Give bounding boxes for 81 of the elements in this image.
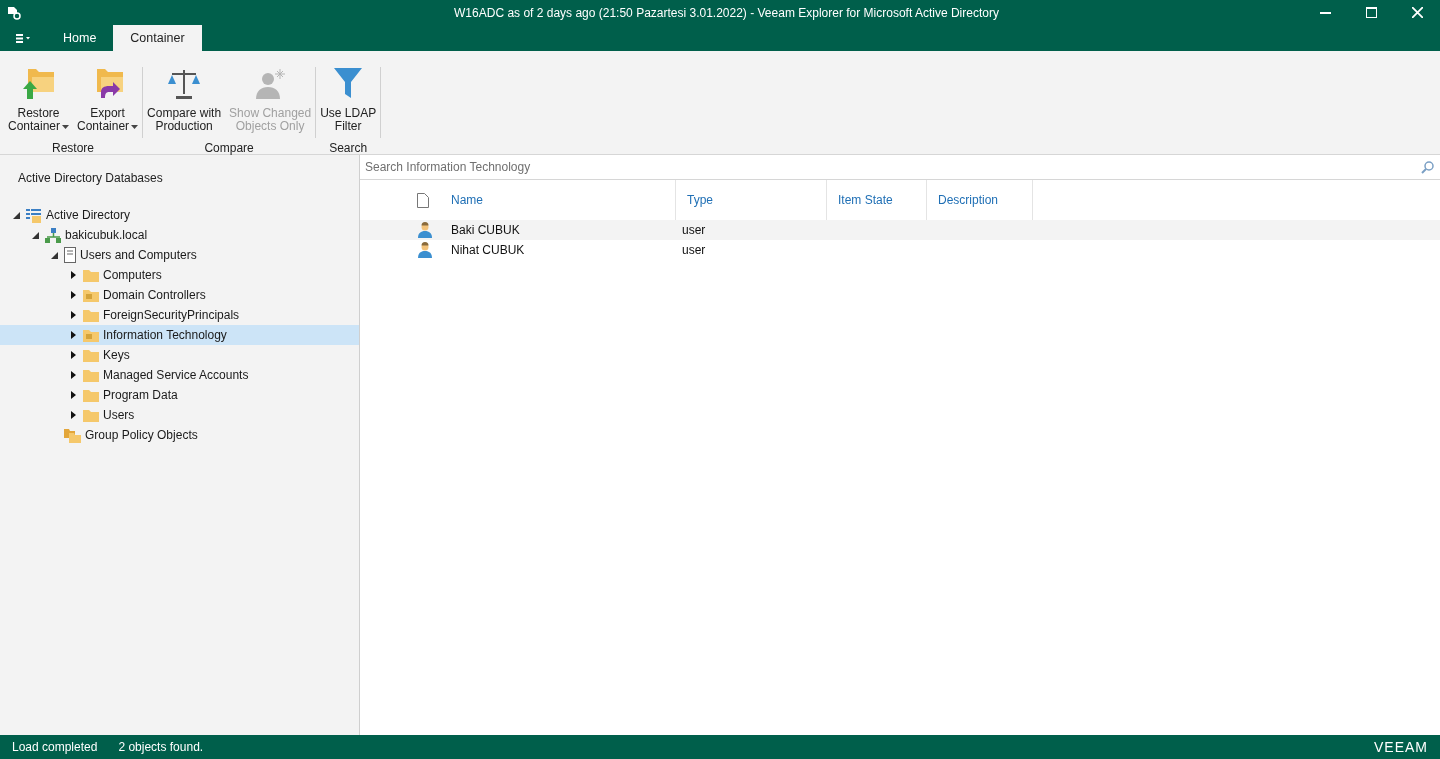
- folder-icon: [83, 348, 99, 362]
- table-cell-text: user: [681, 242, 707, 259]
- tree-label: Keys: [103, 347, 130, 364]
- ribbon-button[interactable]: Export Container: [73, 67, 143, 133]
- collapsed-arrow-icon[interactable]: [70, 371, 76, 379]
- ribbon-tab[interactable]: Container: [113, 25, 202, 51]
- app-icon: [7, 5, 21, 20]
- ribbon-group-label: Search: [329, 140, 368, 157]
- folder-up-arrow-icon: [21, 67, 56, 99]
- ribbon-group-label: Restore: [52, 140, 95, 157]
- tree-item[interactable]: Group Policy Objects: [0, 425, 359, 445]
- tree-item[interactable]: Keys: [0, 345, 359, 365]
- tree-label: Users: [103, 407, 135, 424]
- brand-logo: VEEAM: [1374, 737, 1428, 757]
- table-cell-text: user: [681, 222, 707, 239]
- table-row[interactable]: Nihat CUBUK user: [360, 240, 1440, 260]
- expanded-arrow-icon[interactable]: [31, 231, 39, 239]
- ribbon-group-label: Compare: [204, 140, 254, 157]
- folder-with-card-icon: [83, 288, 99, 302]
- folder-icon: [83, 368, 99, 382]
- tree-item[interactable]: Program Data: [0, 385, 359, 405]
- ribbon-button[interactable]: Use LDAP Filter: [316, 67, 381, 133]
- collapsed-arrow-icon[interactable]: [70, 331, 76, 339]
- expanded-arrow-icon[interactable]: [50, 251, 58, 259]
- tree-label: Users and Computers: [80, 247, 197, 264]
- person-sparkle-icon: [253, 67, 288, 99]
- collapsed-arrow-icon[interactable]: [70, 391, 76, 399]
- ribbon-button[interactable]: Compare with Production: [143, 67, 226, 133]
- tree-label: Information Technology: [103, 327, 227, 344]
- collapsed-arrow-icon[interactable]: [70, 311, 76, 319]
- search-icon: [1421, 160, 1434, 174]
- filter-icon: [333, 67, 364, 99]
- ribbon-tab[interactable]: Home: [46, 25, 114, 51]
- tree-item[interactable]: Managed Service Accounts: [0, 365, 359, 385]
- collapsed-arrow-icon[interactable]: [70, 271, 76, 279]
- minimize-icon: [1319, 11, 1331, 14]
- tree-label: Active Directory: [46, 207, 131, 224]
- tree-label: Computers: [103, 267, 162, 284]
- table-row[interactable]: Baki CUBUK user: [360, 220, 1440, 240]
- folder-icon: [83, 308, 99, 322]
- tree-label: bakicubuk.local: [65, 227, 148, 244]
- collapsed-arrow-icon[interactable]: [70, 291, 76, 299]
- maximize-icon: [1365, 7, 1377, 18]
- tree-label: Domain Controllers: [103, 287, 206, 304]
- server-icon: [64, 247, 76, 263]
- collapsed-arrow-icon[interactable]: [70, 351, 76, 359]
- scales-icon: [167, 67, 202, 99]
- search-field[interactable]: Search Information Technology: [360, 158, 1421, 176]
- table-cell-text: Nihat CUBUK: [450, 242, 526, 259]
- window-title: W16ADC as of 2 days ago (21:50 Pazartesi 3.01.2022) - Veeam Explorer for Microsoft Active Directory: [453, 4, 1000, 22]
- expanded-arrow-icon[interactable]: [12, 211, 20, 219]
- tree-label: Group Policy Objects: [85, 427, 198, 444]
- status-text: Load completed: [12, 739, 98, 756]
- tree-item[interactable]: Domain Controllers: [0, 285, 359, 305]
- tree-item[interactable]: Active Directory: [0, 205, 359, 225]
- folder-icon: [83, 268, 99, 282]
- network-icon: [45, 227, 61, 243]
- folder-icon: [83, 408, 99, 422]
- collapsed-arrow-icon[interactable]: [70, 411, 76, 419]
- tree-item[interactable]: bakicubuk.local: [0, 225, 359, 245]
- document-icon: [416, 192, 429, 208]
- menu-icon: [16, 33, 30, 43]
- table-cell-text: Baki CUBUK: [450, 222, 521, 239]
- sidebar-title: Active Directory Databases: [17, 170, 164, 187]
- ribbon-button[interactable]: Restore Container: [4, 67, 74, 133]
- tree-label: Managed Service Accounts: [103, 367, 249, 384]
- tree-item[interactable]: Information Technology: [0, 325, 359, 345]
- directory-list-icon: [26, 207, 42, 223]
- tree-label: ForeignSecurityPrincipals: [103, 307, 240, 324]
- object-count: 2 objects found.: [118, 739, 204, 756]
- tree-item[interactable]: Users and Computers: [0, 245, 359, 265]
- tree-item[interactable]: Users: [0, 405, 359, 425]
- tree-item[interactable]: Computers: [0, 265, 359, 285]
- tree-item[interactable]: ForeignSecurityPrincipals: [0, 305, 359, 325]
- tree-label: Program Data: [103, 387, 178, 404]
- user-icon: [418, 242, 432, 258]
- folder-with-card-icon: [83, 328, 99, 342]
- folders-icon: [64, 427, 81, 443]
- close-icon: [1411, 7, 1423, 18]
- folder-icon: [83, 388, 99, 402]
- user-icon: [418, 222, 432, 238]
